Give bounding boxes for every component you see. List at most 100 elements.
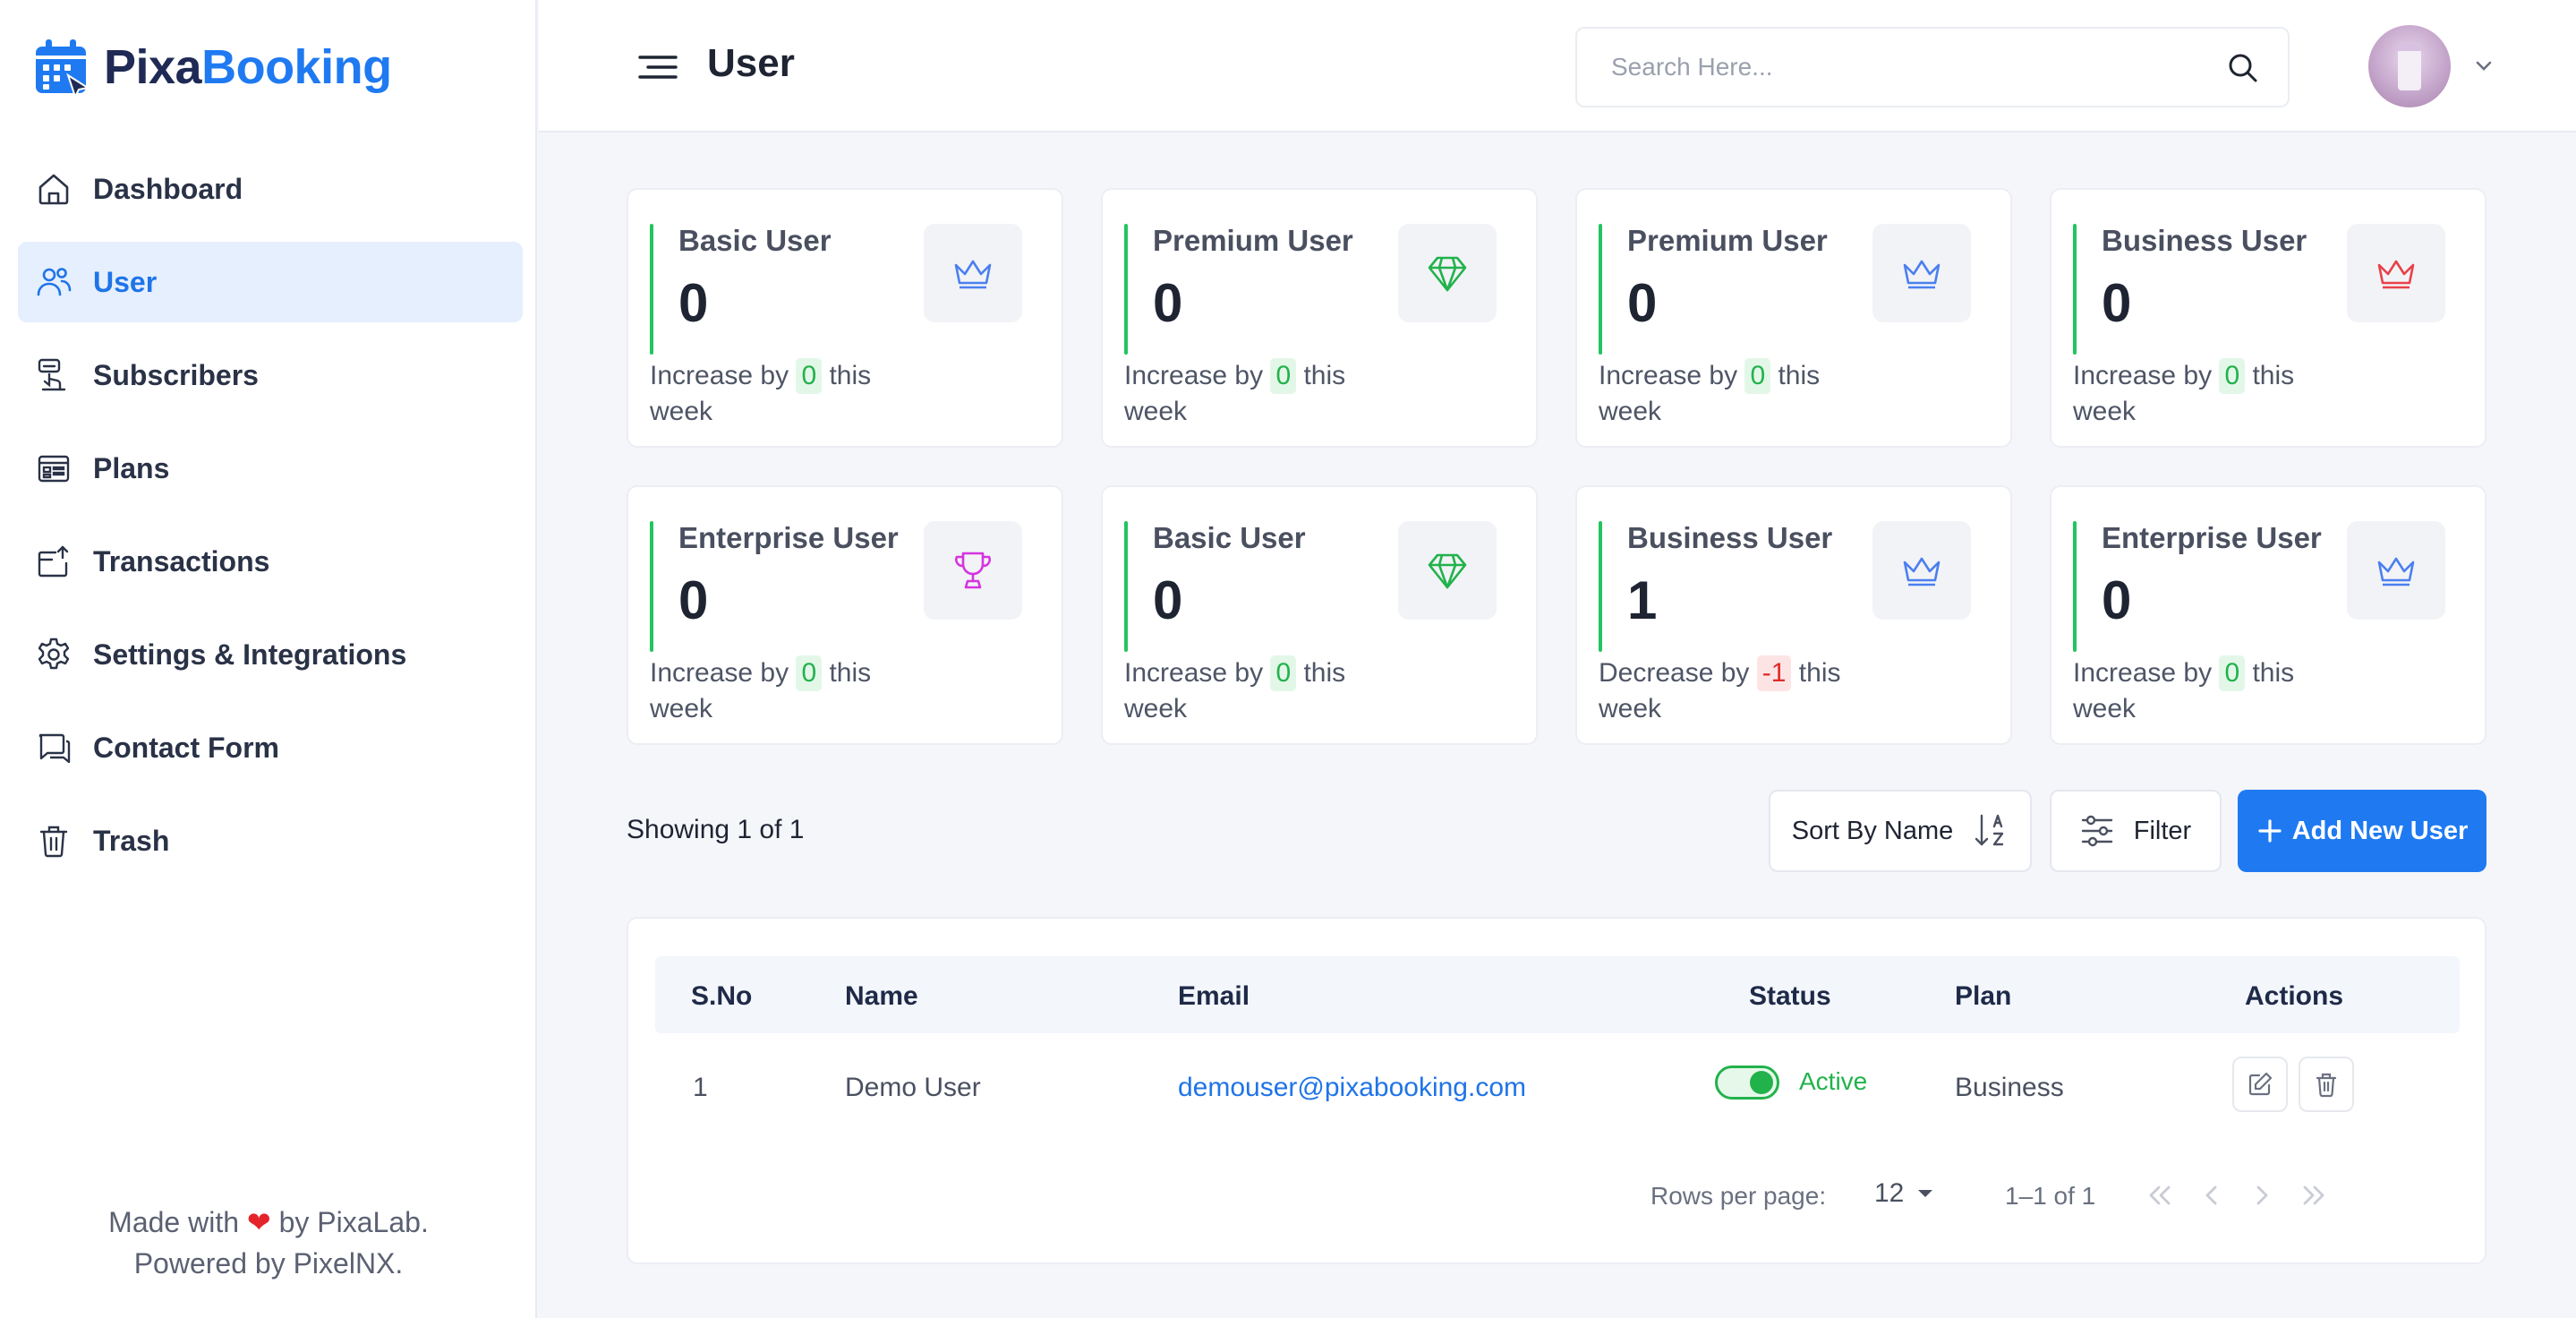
trend-badge: 0: [1744, 358, 1771, 394]
search-icon[interactable]: [2225, 50, 2261, 86]
sidebar-item-plans[interactable]: Plans: [18, 428, 523, 509]
edit-button[interactable]: [2232, 1057, 2288, 1112]
stat-label: Business User: [1627, 521, 1833, 554]
rows-per-page-label: Rows per page:: [1651, 1182, 1827, 1210]
stat-label: Business User: [2102, 224, 2307, 257]
last-page-button[interactable]: [2290, 1171, 2338, 1220]
sidebar-item-transactions[interactable]: Transactions: [18, 521, 523, 602]
stat-value: 0: [1153, 273, 1183, 333]
stat-trend: Increase by 0 this week: [1124, 358, 1384, 430]
chevron-left-icon: [2205, 1185, 2217, 1205]
search-input[interactable]: [1611, 29, 2202, 106]
stat-card: Enterprise User 0 Increase by 0 this wee…: [627, 485, 1063, 745]
stat-trend: Increase by 0 this week: [2073, 655, 2333, 727]
sidebar-nav: Dashboard User Subscribers Plans Transac…: [18, 149, 523, 894]
accent-bar: [1124, 224, 1128, 355]
cell-email-link[interactable]: demouser@pixabooking.com: [1178, 1073, 1526, 1103]
sort-by-name-button[interactable]: Sort By Name: [1769, 790, 2032, 872]
stat-value: 0: [1153, 570, 1183, 630]
search-box: [1575, 27, 2290, 107]
trend-prefix: Increase by: [1124, 361, 1264, 390]
next-page-button[interactable]: [2238, 1171, 2286, 1220]
sidebar-item-contact-form[interactable]: Contact Form: [18, 707, 523, 788]
trend-badge: 0: [796, 358, 823, 394]
stat-trend: Increase by 0 this week: [2073, 358, 2333, 430]
gear-icon: [34, 635, 73, 674]
column-sno[interactable]: S.No: [691, 981, 752, 1012]
status-toggle[interactable]: [1715, 1066, 1779, 1100]
sidebar-footer: Made with ❤ by PixaLab. Powered by Pixel…: [0, 1202, 537, 1284]
trend-badge: 0: [2219, 655, 2246, 691]
crown-icon: [1872, 521, 1971, 620]
column-plan[interactable]: Plan: [1955, 981, 2011, 1012]
sidebar-item-dashboard[interactable]: Dashboard: [18, 149, 523, 229]
trend-prefix: Increase by: [650, 658, 789, 688]
stat-value: 1: [1627, 570, 1658, 630]
table-row: 1 Demo User demouser@pixabooking.com Act…: [655, 1033, 2460, 1137]
status-text: Active: [1799, 1067, 1868, 1095]
diamond-icon: [1398, 224, 1497, 322]
stat-label: Premium User: [1153, 224, 1353, 257]
rows-per-page-select[interactable]: 12: [1874, 1178, 1934, 1209]
sidebar-item-settings[interactable]: Settings & Integrations: [18, 614, 523, 695]
stat-card: Enterprise User 0 Increase by 0 this wee…: [2050, 485, 2486, 745]
trend-prefix: Increase by: [2073, 361, 2213, 390]
diamond-icon: [1398, 521, 1497, 620]
stat-label: Basic User: [1153, 521, 1306, 554]
filter-label: Filter: [2133, 816, 2192, 845]
chevrons-right-icon: [2303, 1185, 2324, 1205]
column-email[interactable]: Email: [1178, 981, 1250, 1012]
stat-label: Enterprise User: [678, 521, 899, 554]
trend-prefix: Increase by: [2073, 658, 2213, 688]
table-header: S.No Name Email Status Plan Actions: [655, 956, 2460, 1033]
accent-bar: [650, 521, 653, 652]
stat-label: Basic User: [678, 224, 832, 257]
plus-icon: [2258, 819, 2282, 843]
sidebar-item-subscribers[interactable]: Subscribers: [18, 335, 523, 415]
column-actions: Actions: [2245, 981, 2344, 1011]
footer-powered-by: Powered by PixelNX.: [133, 1247, 404, 1279]
sidebar-item-label: Subscribers: [93, 358, 259, 391]
delete-button[interactable]: [2299, 1057, 2354, 1112]
column-status[interactable]: Status: [1749, 981, 1831, 1012]
menu-icon: [638, 56, 678, 79]
menu-toggle-button[interactable]: [637, 47, 678, 88]
top-header: User: [539, 0, 2576, 133]
chevrons-left-icon: [2149, 1185, 2171, 1205]
heart-icon: ❤: [246, 1206, 271, 1238]
showing-count: Showing 1 of 1: [627, 815, 805, 844]
sidebar-item-user[interactable]: User: [18, 242, 523, 322]
stat-value: 0: [678, 273, 709, 333]
cell-name: Demo User: [845, 1073, 981, 1102]
sidebar: PixaBooking Dashboard User Subscribers P…: [0, 0, 537, 1318]
add-new-user-button[interactable]: Add New User: [2238, 790, 2486, 872]
trend-badge: 0: [1270, 358, 1297, 394]
trend-badge: 0: [2219, 358, 2246, 394]
brand-logo[interactable]: PixaBooking: [34, 32, 392, 102]
previous-page-button[interactable]: [2188, 1171, 2236, 1220]
trend-prefix: Increase by: [1124, 658, 1264, 688]
sidebar-item-label: Trash: [93, 824, 170, 857]
sidebar-item-label: Transactions: [93, 544, 270, 578]
sidebar-item-trash[interactable]: Trash: [18, 800, 523, 881]
accent-bar: [1124, 521, 1128, 652]
stat-card: Premium User 0 Increase by 0 this week: [1575, 188, 2012, 448]
transactions-icon: [34, 542, 73, 581]
avatar[interactable]: [2368, 25, 2451, 107]
chevron-down-icon[interactable]: [2472, 54, 2495, 77]
sidebar-item-label: Dashboard: [93, 172, 243, 205]
filter-button[interactable]: Filter: [2050, 790, 2222, 872]
footer-by-pixalab: by PixaLab.: [270, 1206, 429, 1238]
stat-value: 0: [2102, 570, 2132, 630]
trend-prefix: Decrease by: [1599, 658, 1750, 688]
chat-icon: [34, 728, 73, 767]
trend-badge: -1: [1756, 655, 1792, 691]
chevron-right-icon: [2256, 1185, 2268, 1205]
column-name[interactable]: Name: [845, 981, 918, 1012]
home-icon: [34, 169, 73, 209]
first-page-button[interactable]: [2136, 1171, 2184, 1220]
stat-label: Enterprise User: [2102, 521, 2322, 554]
sidebar-item-label: Settings & Integrations: [93, 638, 407, 671]
trend-prefix: Increase by: [650, 361, 789, 390]
accent-bar: [1599, 224, 1602, 355]
